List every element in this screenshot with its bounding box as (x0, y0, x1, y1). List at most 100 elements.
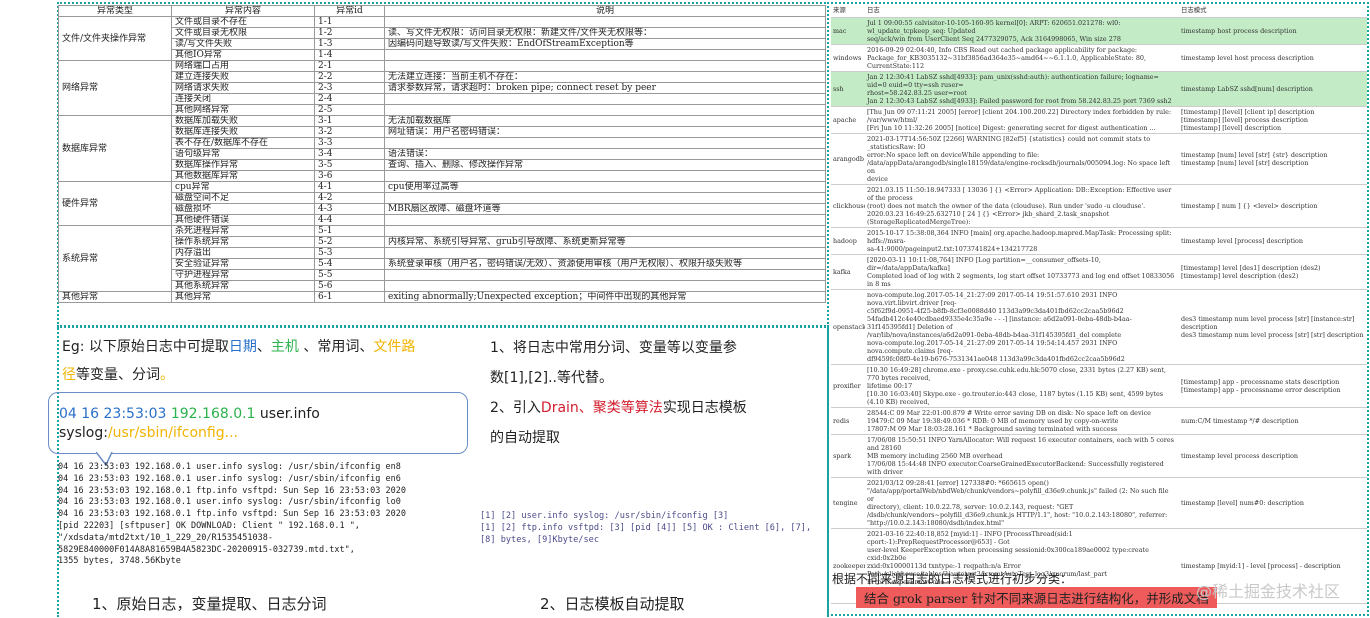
error-id: 4-2 (314, 192, 385, 204)
error-type-table: 异常类型 异常内容 异常id 说明 文件/文件夹操作异常 文件或目录不存在 1-1 文件或目… (58, 5, 826, 303)
period: 。 (160, 367, 174, 383)
intro-text-2: 等变量、分词 (76, 367, 160, 383)
log-pattern: timestamp host process description (1179, 17, 1367, 45)
log-pattern: timestamp [level] num#0: description (1179, 477, 1367, 529)
error-row: 其他硬件错误 4-4 (59, 214, 826, 226)
error-id: 4-4 (314, 214, 385, 226)
error-desc (384, 225, 826, 237)
error-category: 网络异常 (58, 60, 172, 116)
log-row: tengine 2021/03/12 09:28:41 [error] 12733… (831, 477, 1367, 529)
log-pattern: timestamp LabSZ sshd[num] description (1179, 71, 1367, 107)
error-row: 内存溢出 5-3 (59, 247, 826, 259)
log-source: arangodb (831, 133, 865, 185)
error-row: 网络请求失败 2-3 请求参数异常，请求超时：broken pipe; connec… (59, 82, 826, 94)
log-source: proxifier (831, 364, 865, 408)
error-id: 6-1 (314, 291, 385, 303)
log-sample: nova-compute.log.2017-05-14_21:27:09 201… (865, 289, 1179, 365)
log-sample: 2015-10-17 15:38:08,364 INFO [main] org.… (865, 227, 1179, 255)
error-desc: 读、写文件无权限：访问目录无权限：新建文件/文件夹无权限等： (384, 27, 826, 39)
error-content: 数据库操作异常 (171, 159, 315, 171)
error-row: 数据库操作异常 3-5 查询、插入、删除、修改操作异常 (59, 159, 826, 171)
error-row: 其他IO异常 1-4 (59, 49, 826, 61)
log-pattern: timestamp [ num ] {} <level> description (1179, 184, 1367, 228)
step2-algorithms: Drain、聚类等算法 (540, 400, 663, 416)
log-row: windows 2016-09-29 02:04:40, Info CBS Rea… (831, 44, 1367, 72)
log-source: windows (831, 44, 865, 72)
error-category: 系统异常 (58, 225, 172, 292)
error-content: 操作系统异常 (171, 236, 315, 248)
error-desc (384, 104, 826, 116)
error-row: 连接关闭 2-4 (59, 93, 826, 105)
error-id: 1-1 (314, 16, 385, 28)
grok-note: 结合 grok parser 针对不同来源日志进行结构化，并形成文档 (856, 587, 1217, 608)
error-desc (384, 192, 826, 204)
error-id: 3-1 (314, 115, 385, 127)
error-id: 2-4 (314, 93, 385, 105)
error-id: 1-4 (314, 49, 385, 61)
watermark: @稀土掘金技术社区 (1196, 582, 1341, 601)
error-id: 3-5 (314, 159, 385, 171)
error-row: 磁盘损坏 4-3 MBR扇区故障、磁盘坏道等 (59, 203, 826, 215)
log-source: openstack (831, 289, 865, 365)
error-table-header: 异常类型 异常内容 异常id 说明 (58, 5, 826, 17)
log-row: apache [Thu Jun 09 07:11:21 2005] [error]… (831, 106, 1367, 134)
error-header-cell: 异常id (314, 5, 385, 17)
error-id: 4-3 (314, 203, 385, 215)
error-row: 数据库连接失败 3-2 网址错误：用户名密码错误： (59, 126, 826, 138)
error-id: 2-2 (314, 71, 385, 83)
log-row: redis 28544:C 09 Mar 22:01:00.879 # Write… (831, 407, 1367, 435)
error-content: 其他异常 (171, 291, 315, 303)
error-row: 安全验证异常 5-4 系统登录审核（用户名，密码错误/无效）、资源使用审核（用户无权… (59, 258, 826, 270)
error-desc: 查询、插入、删除、修改操作异常 (384, 159, 826, 171)
log-row: arangodb 2021-03-17T14:56:50Z [2266] WARN… (831, 133, 1367, 185)
error-content: 磁盘空间不足 (171, 192, 315, 204)
log-sample: Jan 2 12:30:41 LabSZ sshd[4933]: pam_uni… (865, 71, 1179, 107)
error-row: 其他系统异常 5-6 (59, 280, 826, 292)
template-log-block: [1] [2] user.info syslog: /usr/sbin/ifco… (480, 511, 812, 545)
error-content: 其他数据库异常 (171, 170, 315, 182)
log-pattern: [timestamp] app - processname stats desc… (1179, 364, 1367, 408)
step1-line1: 1、将日志中常用分词、变量等以变量参 (490, 340, 737, 356)
log-source: tengine (831, 477, 865, 529)
callout-path: /usr/sbin/ifconfig... (107, 425, 238, 441)
log-sample: 2021.03.15 11:50:18.947333 [ 13036 ] {} … (865, 184, 1179, 228)
log-header-cell: 来源 (831, 3, 865, 18)
error-desc (384, 60, 826, 72)
log-row: mac Jul 1 09:00:55 calvisitor-10-105-160-… (831, 17, 1367, 45)
error-id: 1-2 (314, 27, 385, 39)
error-row: 语句级异常 3-4 语法错误： (59, 148, 826, 160)
log-sample: [2020-03-11 10:11:08,764] INFO [Log part… (865, 254, 1179, 290)
callout-date: 04 16 23:53:03 (59, 406, 167, 422)
highlight-path-end: 径 (62, 367, 76, 383)
log-pattern: des3 timestamp num level process [str] [… (1179, 289, 1367, 365)
log-source: redis (831, 407, 865, 435)
log-source: hadoop (831, 227, 865, 255)
caption-raw-log: 1、原始日志，变量提取、日志分词 (92, 595, 327, 613)
error-desc: 系统登录审核（用户名，密码错误/无效）、资源使用审核（用户无权限）、权限升级失败… (384, 258, 826, 270)
log-pattern: timestamp level host process description (1179, 44, 1367, 72)
error-id: 3-3 (314, 137, 385, 149)
error-header-cell: 异常类型 (58, 5, 172, 17)
error-row: 操作系统异常 5-2 内核异常、系统引导异常、grub引导故障、系统更新异常等 (59, 236, 826, 248)
error-content: 读/写文件失败 (171, 38, 315, 50)
error-desc (384, 280, 826, 292)
error-row: 建立连接失败 2-2 无法建立连接：当前主机不存在： (59, 71, 826, 83)
error-desc (384, 214, 826, 226)
error-id: 3-2 (314, 126, 385, 138)
error-id: 4-1 (314, 181, 385, 193)
log-pattern: timestamp level [process] description (1179, 227, 1367, 255)
log-row: openstack nova-compute.log.2017-05-14_21:… (831, 289, 1367, 365)
error-desc: 无法加载数据库 (384, 115, 826, 127)
step2-prefix: 2、引入 (490, 400, 541, 416)
error-row: 其他网络异常 2-5 (59, 104, 826, 116)
log-sample: 2016-09-29 02:04:40, Info CBS Read out c… (865, 44, 1179, 72)
log-source: ssh (831, 71, 865, 107)
error-header-cell: 说明 (384, 5, 826, 17)
step2-suffix: 实现日志模板 (662, 400, 747, 416)
error-desc (384, 247, 826, 259)
error-desc: 请求参数异常，请求超时：broken pipe; connect reset b… (384, 82, 826, 94)
intro-text: Eg: 以下原始日志中可提取 (62, 339, 229, 355)
error-desc: 无法建立连接：当前主机不存在： (384, 71, 826, 83)
log-sample: 28544:C 09 Mar 22:01:00.879 # Write erro… (865, 407, 1179, 435)
classification-note: 根据不同来源日志的日志模式进行初步分类： (832, 572, 1073, 586)
